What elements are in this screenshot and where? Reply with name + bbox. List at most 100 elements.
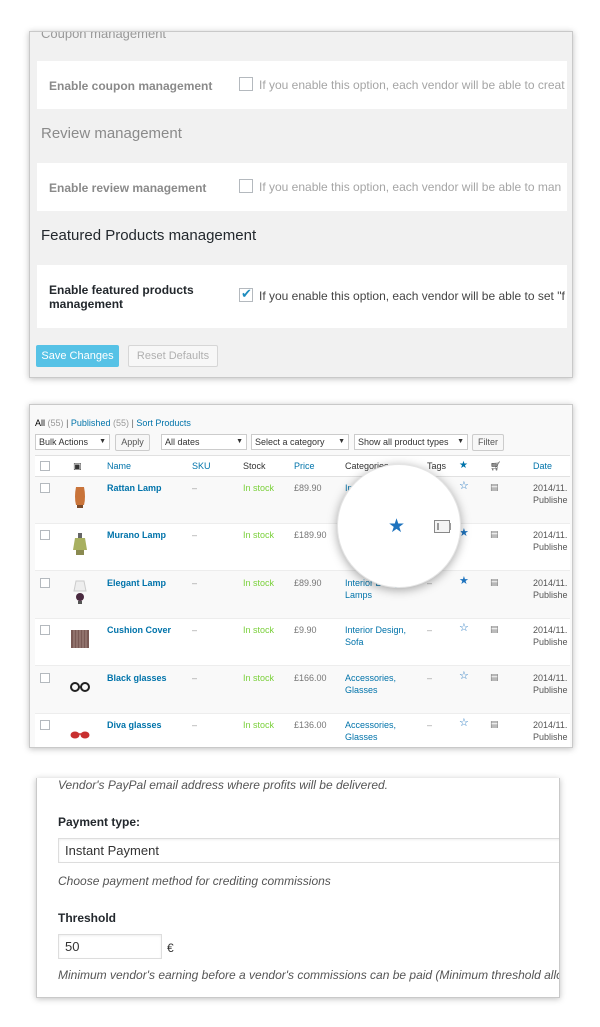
product-thumbnail[interactable] [68,530,92,558]
product-status: Publishe [533,495,568,505]
product-name-link[interactable]: Elegant Lamp [107,577,166,589]
product-price: £89.90 [294,483,322,493]
dropdown-arrow-icon: ▼ [457,438,464,445]
product-stock: In stock [243,720,275,730]
product-price: £89.90 [294,578,322,588]
product-date: 2014/11. [533,673,568,683]
product-status: Publishe [533,637,568,647]
featured-star-icon[interactable]: ☆ [459,670,469,682]
product-stock: In stock [243,578,275,588]
paypal-description: Vendor's PayPal email address where prof… [58,778,389,792]
product-name-link[interactable]: Cushion Cover [107,624,171,636]
product-price: £166.00 [294,673,327,683]
product-data-icon[interactable]: ▤ [490,481,499,493]
reset-defaults-button[interactable]: Reset Defaults [128,345,218,367]
threshold-label: Threshold [58,911,117,925]
filter-published-link[interactable]: Published [71,418,111,428]
row-checkbox[interactable] [40,720,50,730]
product-data-icon [434,520,451,533]
product-date: 2014/11. [533,483,568,493]
clipped-heading: Coupon management [41,31,167,41]
featured-option-description: If you enable this option, each vendor w… [259,289,565,303]
product-sku: – [192,625,198,635]
dates-select[interactable]: All dates ▼ [161,434,247,450]
featured-option-row: Enable featured products management If y… [37,265,567,328]
dropdown-arrow-icon: ▼ [338,438,345,445]
table-row: Rattan Lamp–In stock£89.90Inter☆▤2014/11… [35,477,570,524]
product-stock: In stock [243,483,275,493]
product-status: Publishe [533,685,568,695]
featured-star-icon[interactable]: ★ [459,575,469,587]
product-thumbnail[interactable] [68,578,92,606]
featured-star-icon: ★ [388,516,406,537]
column-date[interactable]: Date [533,461,552,471]
category-select[interactable]: Select a category ▼ [251,434,349,450]
review-option-row: Enable review management If you enable t… [37,163,567,211]
select-all-checkbox[interactable] [40,461,50,471]
product-category[interactable]: Glasses [345,684,378,696]
product-name-link[interactable]: Murano Lamp [107,529,166,541]
featured-star-icon[interactable]: ★ [459,460,468,471]
product-sku: – [192,530,198,540]
product-data-icon[interactable]: ▤ [490,528,499,540]
column-name[interactable]: Name [107,461,131,471]
payment-type-select[interactable]: Instant Payment [58,838,559,863]
product-thumbnail[interactable] [68,625,92,653]
apply-button[interactable]: Apply [115,434,150,451]
product-data-icon[interactable]: ▤ [490,671,499,683]
row-checkbox[interactable] [40,483,50,493]
column-price[interactable]: Price [294,461,315,471]
review-section-title: Review management [41,125,182,142]
threshold-description: Minimum vendor's earning before a vendor… [58,968,560,982]
coupon-option-row: Enable coupon management If you enable t… [37,61,567,109]
filter-button[interactable]: Filter [472,434,504,451]
featured-star-icon[interactable]: ☆ [459,480,469,492]
product-name-link[interactable]: Rattan Lamp [107,482,162,494]
review-option-description: If you enable this option, each vendor w… [259,180,562,194]
product-data-icon[interactable]: ▤ [490,623,499,635]
featured-star-icon[interactable]: ☆ [459,717,469,729]
product-data-icon[interactable]: ▤ [490,576,499,588]
product-date: 2014/11. [533,530,568,540]
row-checkbox[interactable] [40,673,50,683]
column-sku[interactable]: SKU [192,461,211,471]
product-thumbnail[interactable] [68,673,92,701]
dropdown-arrow-icon: ▼ [99,438,106,445]
product-date: 2014/11. [533,720,568,730]
product-thumbnail[interactable] [68,483,92,511]
filter-all-link[interactable]: All [35,418,45,428]
featured-star-icon[interactable]: ☆ [459,622,469,634]
product-name-link[interactable]: Black glasses [107,672,167,684]
product-category[interactable]: Accessories, [345,672,396,684]
product-data-icon[interactable]: ▤ [490,718,499,730]
product-category[interactable]: Glasses [345,731,378,743]
featured-checkbox[interactable] [239,286,253,302]
featured-section-title: Featured Products management [41,227,257,244]
product-tags: – [427,720,433,730]
row-checkbox[interactable] [40,530,50,540]
sort-products-link[interactable]: Sort Products [136,418,191,428]
product-type-select[interactable]: Show all product types ▼ [354,434,468,450]
image-column-icon: ▣ [73,461,82,471]
featured-option-label-line1: Enable featured products [49,283,194,297]
product-thumbnail[interactable] [68,720,92,747]
review-checkbox[interactable] [239,179,253,193]
row-checkbox[interactable] [40,625,50,635]
product-category[interactable]: Lamps [345,589,372,601]
product-tags: – [427,625,433,635]
review-option-label: Enable review management [49,181,207,195]
bulk-actions-select[interactable]: Bulk Actions ▼ [35,434,110,450]
product-stock: In stock [243,625,275,635]
product-category[interactable]: Accessories, [345,719,396,731]
coupon-checkbox[interactable] [239,77,253,91]
product-price: £189.90 [294,530,327,540]
threshold-input[interactable]: 50 [58,934,162,959]
payment-type-label: Payment type: [58,815,141,829]
product-category[interactable]: Interior Design, [345,624,406,636]
product-sku: – [192,578,198,588]
product-category[interactable]: Sofa [345,636,364,648]
row-checkbox[interactable] [40,578,50,588]
coupon-option-label: Enable coupon management [49,79,213,93]
product-name-link[interactable]: Diva glasses [107,719,162,731]
save-changes-button[interactable]: Save Changes [36,345,119,367]
